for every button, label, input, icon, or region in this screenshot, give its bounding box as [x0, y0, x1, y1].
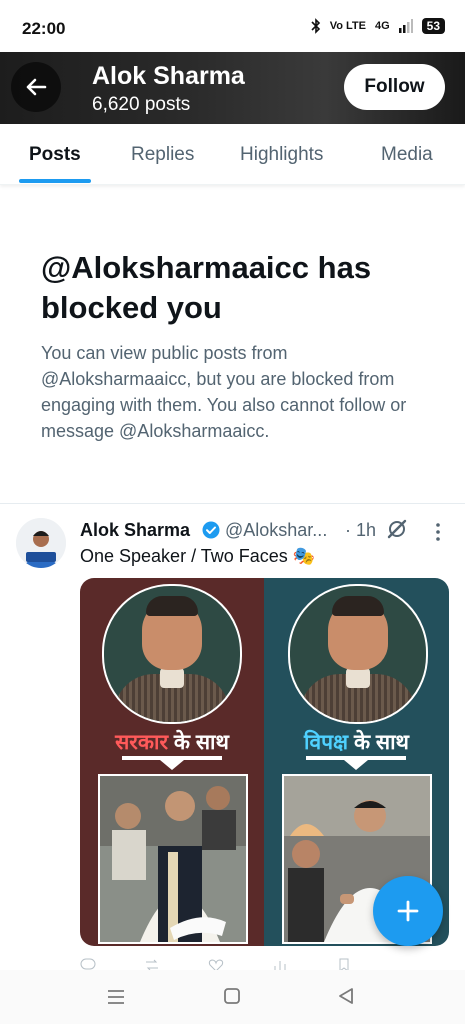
blocked-title: @Aloksharmaaicc has blocked you	[41, 250, 372, 325]
post-author-handle[interactable]: @Alokshar...	[225, 520, 327, 541]
right-caption: विपक्ष के साथ	[264, 728, 449, 756]
battery-icon: 53	[421, 18, 445, 34]
compose-button[interactable]	[373, 876, 443, 946]
back-nav-icon[interactable]	[337, 987, 355, 1005]
bluetooth-icon	[311, 18, 320, 34]
post-author-name[interactable]: Alok Sharma	[80, 520, 190, 541]
left-caption-highlight: सरकार	[115, 731, 169, 754]
left-photo	[98, 774, 248, 944]
recents-icon[interactable]	[106, 988, 126, 1006]
left-arrow-icon	[160, 760, 184, 770]
signal-icon	[398, 19, 413, 33]
blocked-description: You can view public posts from @Alokshar…	[41, 343, 407, 441]
speaker-portrait-right	[288, 584, 428, 724]
right-caption-highlight: विपक्ष	[304, 731, 349, 754]
profile-header: Alok Sharma 6,620 posts Follow	[0, 52, 465, 124]
home-icon[interactable]	[223, 987, 241, 1005]
left-caption-rest: के साथ	[168, 731, 229, 754]
back-button[interactable]	[11, 62, 61, 112]
verified-badge-icon	[202, 521, 220, 539]
status-icons: Vo LTE 4G 53	[311, 18, 445, 34]
back-arrow-icon	[26, 78, 47, 96]
post-text: One Speaker / Two Faces 🎭	[80, 546, 316, 566]
image-left-panel: सरकार के साथ	[80, 578, 264, 946]
avatar[interactable]	[16, 518, 66, 568]
more-icon[interactable]	[433, 522, 443, 542]
system-nav-bar	[0, 970, 465, 1024]
tab-replies[interactable]: Replies	[131, 144, 194, 166]
divider	[0, 503, 465, 504]
avatar-image	[16, 518, 66, 568]
speaker-portrait-left	[102, 584, 242, 724]
left-caption: सरकार के साथ	[80, 728, 264, 756]
tab-media[interactable]: Media	[381, 144, 433, 166]
tab-highlights[interactable]: Highlights	[240, 144, 323, 166]
profile-tabs: Posts Replies Highlights Media	[0, 124, 465, 185]
right-caption-rest: के साथ	[348, 731, 409, 754]
signal-label: 4G	[374, 20, 390, 32]
follow-button[interactable]: Follow	[344, 64, 445, 110]
profile-name: Alok Sharma	[92, 62, 245, 90]
active-tab-indicator	[19, 179, 91, 183]
posts-count: 6,620 posts	[92, 94, 191, 115]
post-timestamp: · 1h	[345, 520, 377, 540]
right-arrow-icon	[344, 760, 368, 770]
status-time: 22:00	[22, 19, 66, 38]
status-bar: 22:00 Vo LTE 4G 53	[0, 0, 465, 52]
tab-posts[interactable]: Posts	[29, 144, 81, 166]
plus-icon	[397, 900, 419, 922]
grok-icon[interactable]	[386, 518, 408, 540]
network-label: Vo LTE	[329, 20, 366, 32]
